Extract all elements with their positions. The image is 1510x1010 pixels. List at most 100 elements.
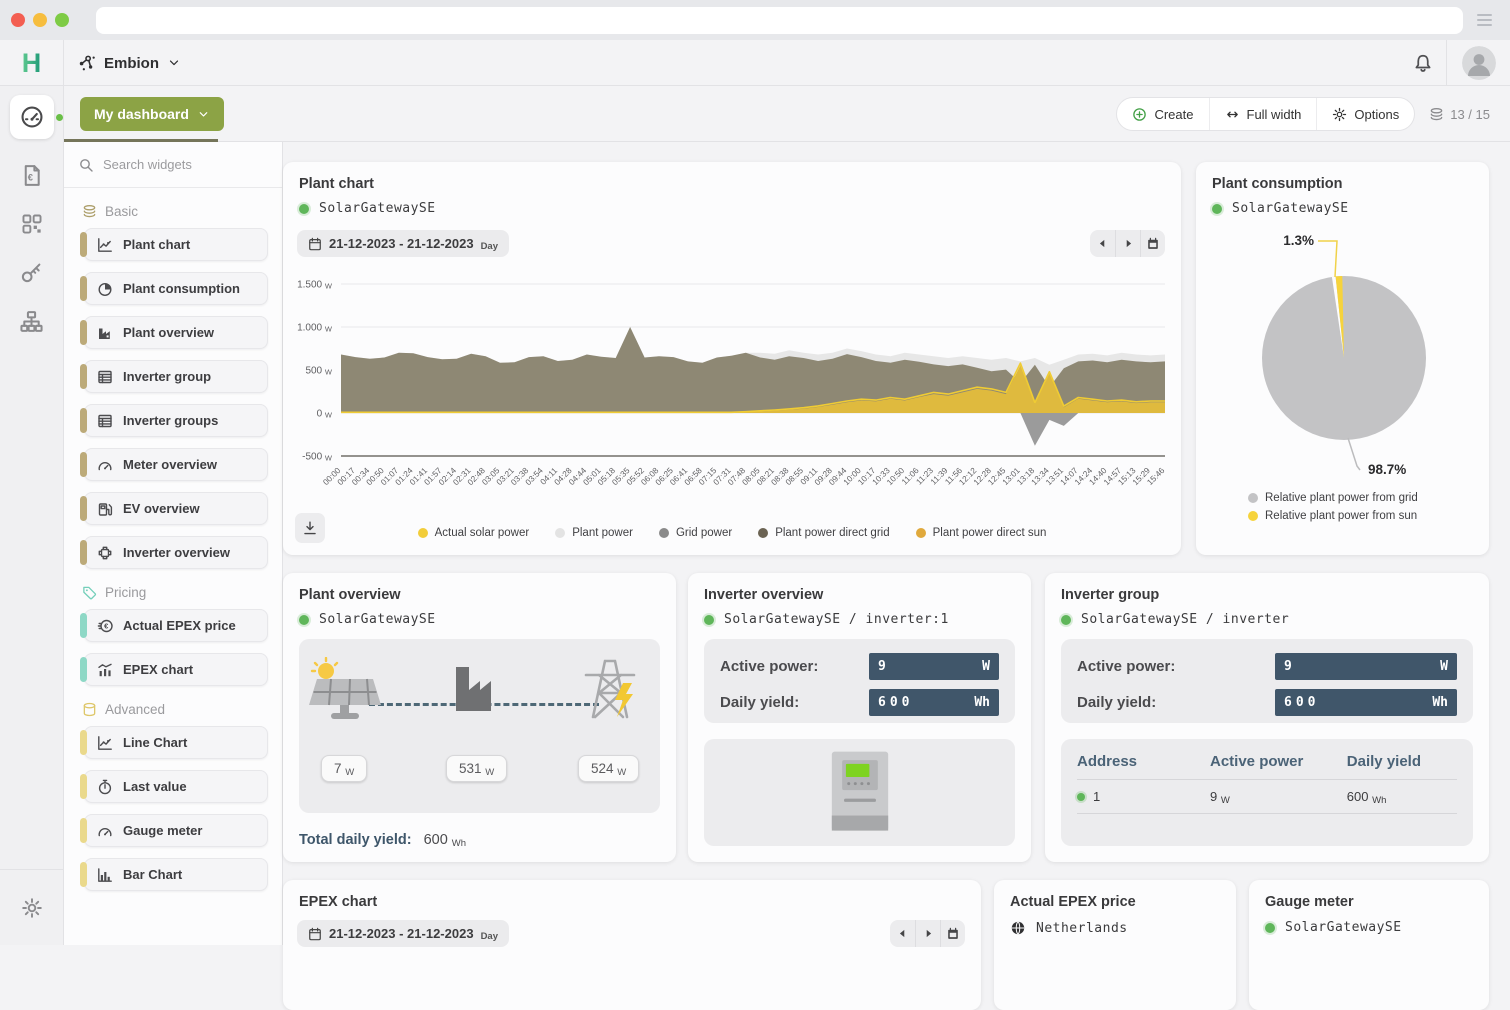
browser-chrome (0, 0, 1510, 40)
chart-nav (890, 920, 965, 947)
widget-item-line-chart[interactable]: Line Chart (84, 726, 268, 759)
grid-power-chip: 524 W (578, 755, 639, 782)
notifications-bell-icon[interactable] (1400, 53, 1446, 73)
next-period-button[interactable] (1115, 230, 1140, 257)
nav-access-icon[interactable] (20, 261, 43, 284)
widget-item-plant-consumption[interactable]: Plant consumption (84, 272, 268, 305)
chart-legend: Actual solar power Plant power Grid power P… (283, 527, 1181, 539)
plant-chart-widget: Plant chart SolarGatewaySE 21-12-2023 - … (283, 162, 1181, 555)
widget-title: EPEX chart (299, 894, 377, 910)
gear-icon (1332, 107, 1347, 122)
status-dot (1265, 923, 1275, 933)
legend-item-plant-power-direct-sun[interactable]: Plant power direct sun (916, 527, 1047, 539)
plant-flow-panel: 7 W 531 W 524 W (299, 639, 660, 813)
create-button[interactable]: Create (1117, 98, 1208, 130)
status-dot (1061, 615, 1071, 625)
org-name: Embion (104, 55, 159, 72)
widget-item-gauge-meter[interactable]: Gauge meter (84, 814, 268, 847)
epex-chart-widget: EPEX chart 21-12-2023 - 21-12-2023 Day (283, 880, 981, 1010)
svg-text:15:46: 15:46 (1145, 465, 1167, 487)
legend-item-grid-power[interactable]: Grid power (659, 527, 732, 539)
settings-gear-icon[interactable] (0, 869, 63, 945)
widget-item-inverter-group[interactable]: Inverter group (84, 360, 268, 393)
widget-counter: 13 / 15 (1429, 107, 1490, 122)
tri-left-icon (1096, 237, 1109, 250)
nav-dashboard-active[interactable] (10, 95, 54, 139)
status-dot (704, 615, 714, 625)
db-icon (82, 702, 97, 717)
legend-item-actual-solar-power[interactable]: Actual solar power (418, 527, 530, 539)
browser-menu-icon[interactable] (1477, 14, 1492, 26)
svg-text:1.500 W: 1.500 W (297, 280, 333, 291)
nav-topology-icon[interactable] (20, 310, 43, 333)
gauge-meter-widget: Gauge meter SolarGatewaySE (1249, 880, 1489, 1010)
widget-title: Plant consumption (1212, 176, 1343, 192)
next-period-button[interactable] (915, 920, 940, 947)
layers3-icon (1429, 107, 1444, 122)
device-name: SolarGatewaySE / inverter:1 (724, 612, 949, 627)
widget-item-ev-overview[interactable]: EV overview (84, 492, 268, 525)
prev-period-button[interactable] (1090, 230, 1115, 257)
dashboard-canvas: Plant chart SolarGatewaySE 21-12-2023 - … (283, 142, 1510, 945)
svg-text:1.3%: 1.3% (1283, 233, 1314, 248)
legend-item-relative-plant-power-from-sun[interactable]: Relative plant power from sun (1248, 510, 1418, 522)
url-bar[interactable] (96, 7, 1463, 34)
minimize-window-button[interactable] (33, 13, 47, 27)
maximize-window-button[interactable] (55, 13, 69, 27)
app-logo[interactable]: H (0, 40, 64, 86)
user-avatar[interactable] (1462, 46, 1496, 80)
prev-period-button[interactable] (890, 920, 915, 947)
legend-item-plant-power[interactable]: Plant power (555, 527, 633, 539)
nav-active-dot (56, 114, 63, 121)
invoice-icon: € (20, 164, 43, 187)
widget-item-actual-epex-price[interactable]: €Actual EPEX price (84, 609, 268, 642)
bell-icon (1413, 53, 1433, 73)
sidebar-section-advanced: Advanced (82, 702, 282, 717)
actual-epex-price-widget: Actual EPEX price Netherlands (994, 880, 1236, 1010)
widget-item-inverter-groups[interactable]: Inverter groups (84, 404, 268, 437)
nav-rail: € (0, 86, 64, 945)
chev-down-icon (197, 108, 210, 121)
cal-solid-icon (1146, 237, 1160, 251)
widget-item-last-value[interactable]: Last value (84, 770, 268, 803)
plus-circle-icon (1132, 107, 1147, 122)
search-icon (78, 157, 94, 173)
widget-item-epex-chart[interactable]: EPEX chart (84, 653, 268, 686)
date-range-button[interactable]: 21-12-2023 - 21-12-2023 Day (297, 920, 509, 947)
solar-power-chip: 7 W (321, 755, 367, 782)
ev-icon (97, 501, 113, 517)
widget-item-plant-chart[interactable]: Plant chart (84, 228, 268, 261)
table-row[interactable]: 1 9 W 600 Wh (1077, 780, 1457, 814)
device-name: SolarGatewaySE (1285, 920, 1402, 935)
pick-date-button[interactable] (940, 920, 965, 947)
pick-date-button[interactable] (1140, 230, 1165, 257)
epex-icon (97, 662, 113, 678)
nav-apps-icon[interactable] (21, 213, 43, 235)
search-input[interactable] (103, 157, 253, 172)
sidebar-section-basic: Basic (82, 204, 282, 219)
widget-item-plant-overview[interactable]: Plant overview (84, 316, 268, 349)
nav-billing-icon[interactable]: € (20, 164, 43, 187)
my-dashboard-button[interactable]: My dashboard (80, 97, 224, 131)
options-button[interactable]: Options (1316, 98, 1414, 130)
org-switcher[interactable]: Embion (78, 40, 181, 86)
svg-text:98.7%: 98.7% (1368, 462, 1406, 477)
close-window-button[interactable] (11, 13, 25, 27)
active-power-value: 9W (869, 653, 999, 680)
device-name: SolarGatewaySE / inverter (1081, 612, 1289, 627)
factory-icon (451, 661, 505, 713)
widget-item-inverter-overview[interactable]: Inverter overview (84, 536, 268, 569)
legend-item-relative-plant-power-from-grid[interactable]: Relative plant power from grid (1248, 492, 1418, 504)
svg-text:0 W: 0 W (317, 409, 333, 420)
inverter-values-panel: Active power: 9W Daily yield: 600Wh (704, 639, 1015, 723)
full-width-button[interactable]: Full width (1209, 98, 1317, 130)
legend-item-plant-power-direct-grid[interactable]: Plant power direct grid (758, 527, 889, 539)
inverter-overview-widget: Inverter overview SolarGatewaySE / inver… (688, 573, 1031, 862)
date-range-button[interactable]: 21-12-2023 - 21-12-2023 Day (297, 230, 509, 257)
widget-sidebar: Basic Plant chart Plant consumption Plant o… (64, 142, 283, 945)
device-name: SolarGatewaySE (319, 612, 436, 627)
widget-item-bar-chart[interactable]: Bar Chart (84, 858, 268, 891)
inverter-table-panel: Address Active power Daily yield 1 9 W 6… (1061, 739, 1473, 846)
widget-item-meter-overview[interactable]: Meter overview (84, 448, 268, 481)
value-label: Daily yield: (1077, 694, 1156, 711)
